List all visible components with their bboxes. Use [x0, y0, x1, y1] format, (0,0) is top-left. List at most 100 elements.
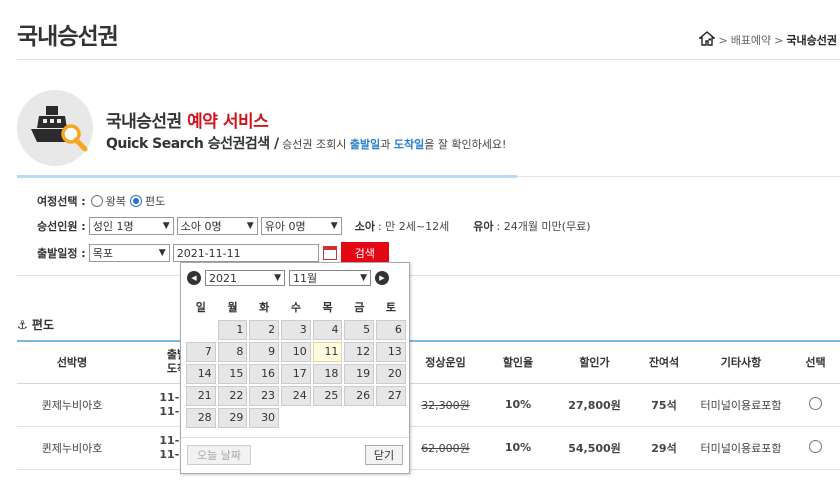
table-row[interactable]: 퀸제누비아호 11-11 11-11 32,300원 10% 27,800원 75… [17, 383, 840, 427]
divider [517, 176, 840, 177]
departure-date-input[interactable]: 2021-11-11 [172, 244, 319, 262]
discount-rate: 10% [484, 426, 552, 470]
day-cell[interactable]: 30 [249, 408, 280, 428]
day-cell[interactable]: 28 [186, 408, 216, 428]
ship-search-icon [17, 90, 93, 166]
day-cell[interactable]: 21 [186, 386, 216, 406]
weekday: 수 [290, 301, 301, 314]
child-info-desc: : 만 2세~12세 [377, 220, 450, 233]
child-select[interactable]: 소아 0명 ▼ [176, 217, 258, 235]
adult-select[interactable]: 성인 1명 ▼ [88, 217, 174, 235]
day-cell[interactable]: 25 [312, 386, 343, 406]
select-cell [791, 426, 840, 470]
roundtrip-label[interactable]: 왕복 [106, 193, 126, 209]
col-seats: 잔여석 [637, 340, 691, 384]
breadcrumb-sep: > [774, 33, 784, 47]
day-cell-today[interactable]: 11 [312, 342, 343, 362]
datepicker-grid: 일 월 화 수 목 금 토 1 2 3 4 5 6 7 8 9 10 11 12… [185, 295, 407, 429]
ship-name: 퀸제누비아호 [17, 383, 127, 427]
note: 터미널이용료포함 [691, 426, 791, 470]
day-cell[interactable]: 29 [217, 408, 248, 428]
service-desc-depart: 출발일 [349, 138, 381, 151]
breadcrumb-item[interactable]: 배표예약 [731, 32, 771, 48]
oneway-label[interactable]: 편도 [145, 193, 165, 209]
weekday: 토 [385, 301, 397, 314]
breadcrumb: > 배표예약 > 국내승선권 [698, 31, 837, 49]
trip-type-row: 여정선택 : 왕복 편도 [37, 193, 165, 209]
month-select[interactable]: 11월 ▼ [289, 270, 371, 286]
weekday: 금 [354, 301, 365, 314]
search-button[interactable]: 검색 [340, 242, 389, 264]
note: 터미널이용료포함 [691, 383, 791, 427]
datepicker-popup: ◀ 2021 ▼ 11월 ▼ ▶ 일 월 화 수 목 금 토 1 2 3 4 5 6… [180, 262, 410, 474]
datepicker-header: ◀ 2021 ▼ 11월 ▼ ▶ [181, 263, 409, 293]
weekday: 월 [227, 301, 238, 314]
select-cell [791, 383, 840, 427]
day-cell[interactable]: 9 [249, 342, 280, 362]
day-cell[interactable]: 6 [376, 320, 406, 340]
chevron-down-icon: ▼ [330, 221, 338, 231]
departure-label: 출발일정 : [37, 247, 86, 260]
day-cell[interactable]: 10 [281, 342, 311, 362]
weekday: 화 [259, 301, 270, 314]
day-cell[interactable]: 17 [281, 364, 311, 384]
close-button[interactable]: 닫기 [365, 445, 403, 465]
day-cell[interactable]: 2 [249, 320, 280, 340]
day-cell[interactable]: 15 [217, 364, 248, 384]
day-cell[interactable]: 24 [281, 386, 311, 406]
service-title-main: 국내승선권 [106, 112, 182, 132]
ship-name: 퀸제누비아호 [17, 426, 127, 470]
chevron-down-icon: ▼ [274, 273, 281, 283]
home-icon[interactable] [698, 31, 717, 49]
chevron-down-icon: ▼ [162, 221, 170, 231]
oneway-radio[interactable] [129, 195, 142, 207]
day-cell[interactable]: 26 [344, 386, 375, 406]
day-cell[interactable]: 5 [344, 320, 375, 340]
today-button[interactable]: 오늘 날짜 [187, 445, 251, 465]
chevron-down-icon: ▼ [246, 221, 254, 231]
trip-type-label: 여정선택 : [37, 195, 86, 208]
day-cell[interactable]: 8 [217, 342, 248, 362]
prev-month-icon[interactable]: ◀ [187, 271, 201, 285]
infant-info-desc: : 24개월 미만(무료) [496, 220, 591, 233]
calendar-icon[interactable] [322, 246, 337, 260]
remaining-seats: 29석 [637, 426, 691, 470]
discount-price: 27,800원 [552, 383, 637, 427]
day-cell[interactable]: 7 [186, 342, 216, 362]
table-header-row: 선박명 출발 도착 정상운임 할인율 할인가 잔여석 기타사항 선택 [17, 340, 840, 384]
next-month-icon[interactable]: ▶ [375, 271, 389, 285]
child-select-value: 소아 0명 [180, 220, 222, 233]
day-cell[interactable]: 14 [186, 364, 216, 384]
service-subtitle: Quick Search 승선권검색 / 승선권 조회시 출발일과 도착일을 잘… [106, 133, 506, 153]
service-title-highlight: 예약 서비스 [187, 112, 269, 132]
day-cell[interactable]: 16 [249, 364, 280, 384]
select-radio[interactable] [809, 396, 822, 410]
service-desc-3: 을 잘 확인하세요! [424, 138, 507, 151]
day-cell[interactable]: 4 [312, 320, 343, 340]
service-desc-1: 승선권 조회시 [282, 138, 347, 151]
port-select[interactable]: 목포 ▼ [88, 244, 170, 262]
col-discount-price: 할인가 [552, 340, 637, 384]
day-cell[interactable]: 19 [344, 364, 375, 384]
day-cell[interactable]: 27 [376, 386, 406, 406]
day-cell[interactable]: 22 [217, 386, 248, 406]
day-cell[interactable]: 3 [281, 320, 311, 340]
results-table: 선박명 출발 도착 정상운임 할인율 할인가 잔여석 기타사항 선택 퀸제누비아호… [17, 340, 840, 470]
day-cell[interactable]: 18 [312, 364, 343, 384]
day-cell[interactable]: 1 [217, 320, 248, 340]
divider [17, 275, 840, 276]
infant-select[interactable]: 유아 0명 ▼ [260, 217, 342, 235]
child-info-label: 소아 [354, 220, 375, 233]
day-cell[interactable]: 13 [376, 342, 406, 362]
day-blank [186, 320, 216, 340]
table-row[interactable]: 퀸제누비아호 11-11 11-11 62,000원 10% 54,500원 29… [17, 426, 840, 470]
col-discount-rate: 할인율 [484, 340, 552, 384]
day-cell[interactable]: 23 [249, 386, 280, 406]
day-cell[interactable]: 20 [376, 364, 406, 384]
year-select[interactable]: 2021 ▼ [205, 270, 285, 286]
select-radio[interactable] [809, 439, 822, 453]
day-cell[interactable]: 12 [344, 342, 375, 362]
passenger-row: 승선인원 : 성인 1명 ▼ 소아 0명 ▼ 유아 0명 ▼ 소아 : 만 2세~12… [37, 217, 591, 235]
roundtrip-radio[interactable] [90, 195, 103, 207]
infant-select-value: 유아 0명 [264, 220, 306, 233]
